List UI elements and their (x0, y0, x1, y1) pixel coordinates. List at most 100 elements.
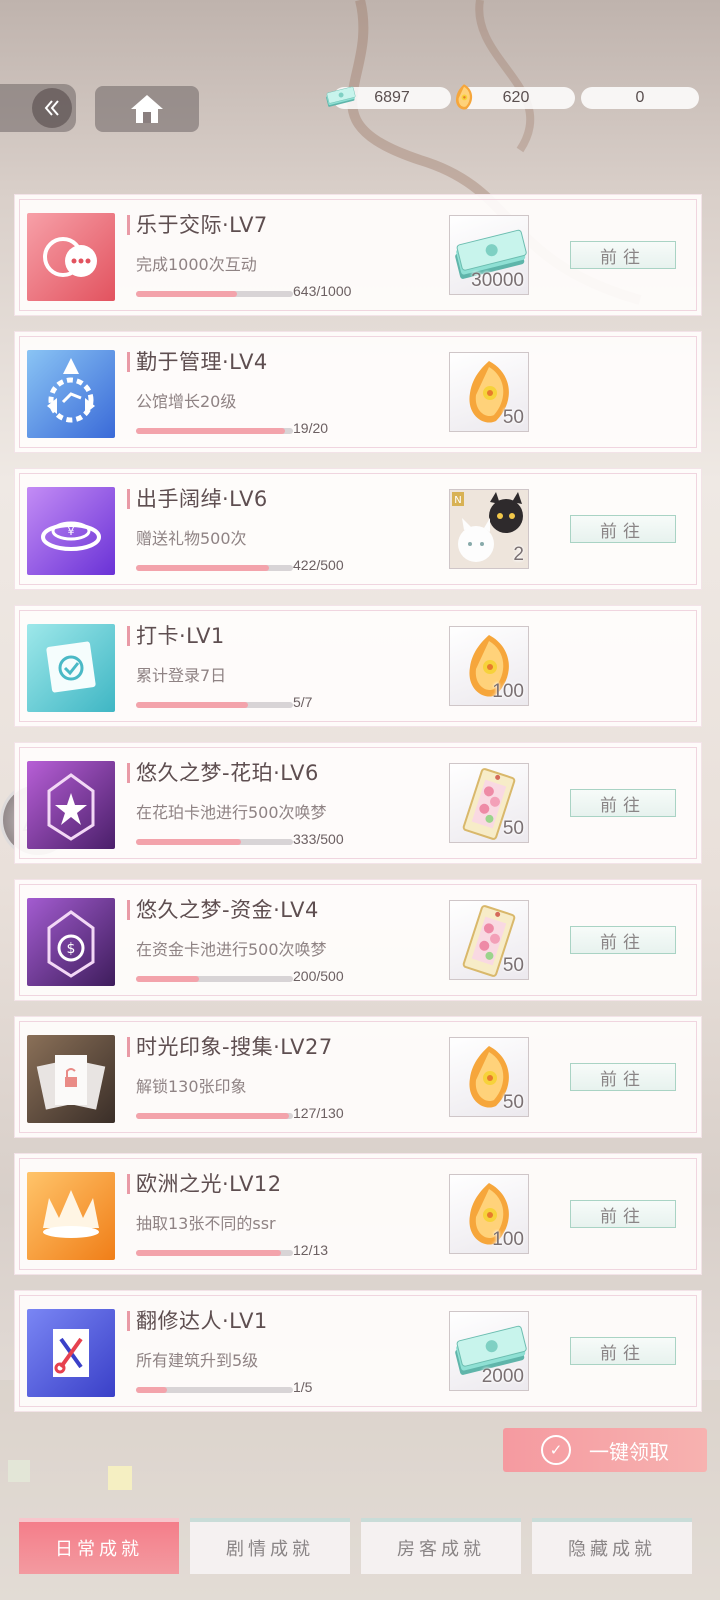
reward-item[interactable]: N 2 (449, 489, 529, 569)
goto-button[interactable]: 前往 (570, 1337, 676, 1365)
check-icon: ✓ (541, 1435, 571, 1465)
title-marker (127, 215, 130, 235)
reward-item[interactable]: 100 (449, 626, 529, 706)
achievement-card: 乐于交际·LV7 完成1000次互动 643/1000 30000 前往 (14, 194, 702, 316)
achievement-title: 悠久之梦-资金·LV4 (136, 898, 319, 922)
chat-bubbles-icon (27, 213, 115, 301)
svg-text:¥: ¥ (68, 525, 75, 538)
reward-item[interactable]: 50 (449, 900, 529, 980)
svg-text:$: $ (67, 941, 76, 957)
home-button[interactable] (95, 86, 199, 132)
progress-text: 333/500 (293, 831, 344, 847)
tab-4[interactable]: 隐藏成就 (532, 1518, 692, 1574)
achievement-description: 完成1000次互动 (136, 255, 257, 274)
title-marker (127, 1037, 130, 1057)
achievement-title: 翻修达人·LV1 (136, 1309, 268, 1333)
reward-count: 50 (502, 407, 524, 428)
reward-count: 50 (502, 818, 524, 839)
progress-bar (136, 428, 293, 434)
progress-fill (136, 1250, 281, 1256)
currency-value: 6897 (374, 89, 410, 106)
achievement-card: 欧洲之光·LV12 抽取13张不同的ssr 12/13 100 前往 (14, 1153, 702, 1275)
progress-text: 19/20 (293, 420, 329, 436)
achievement-description: 赠送礼物500次 (136, 529, 247, 548)
reward-count: 100 (492, 681, 524, 702)
currency-value: 0 (635, 89, 645, 106)
achievement-description: 公馆增长20级 (136, 392, 237, 411)
top-bar: 6897 620 0 (0, 0, 720, 150)
achievement-description: 所有建筑升到5级 (136, 1351, 259, 1370)
achievement-title: 打卡·LV1 (136, 624, 225, 648)
achievement-card: 时光印象-搜集·LV27 解锁130张印象 127/130 50 前往 (14, 1016, 702, 1138)
achievement-description: 累计登录7日 (136, 666, 227, 685)
achievement-description: 在花珀卡池进行500次唤梦 (136, 803, 327, 822)
title-marker (127, 489, 130, 509)
currency-1: 6897 (326, 86, 451, 109)
title-marker (127, 763, 130, 783)
reward-item[interactable]: 50 (449, 1037, 529, 1117)
gear-emblem-icon (27, 350, 115, 438)
star-crest-icon (27, 761, 115, 849)
achievement-description: 解锁130张印象 (136, 1077, 247, 1096)
coin-crest-icon: $ (27, 898, 115, 986)
achievement-title: 出手阔绰·LV6 (136, 487, 268, 511)
progress-text: 1/5 (293, 1379, 313, 1395)
progress-fill (136, 428, 286, 434)
progress-bar (136, 839, 293, 845)
reward-count: 30000 (471, 270, 524, 291)
title-marker (127, 1174, 130, 1194)
reward-item[interactable]: 50 (449, 763, 529, 843)
tab-2[interactable]: 剧情成就 (190, 1518, 350, 1574)
achievement-card: $ 悠久之梦-资金·LV4 在资金卡池进行500次唤梦 200/500 50 前… (14, 879, 702, 1001)
back-button[interactable] (0, 84, 76, 132)
achievement-title: 悠久之梦-花珀·LV6 (136, 761, 319, 785)
achievement-card: ¥ 出手阔绰·LV6 赠送礼物500次 422/500 N 2 前往 (14, 468, 702, 590)
claim-all-label: 一键领取 (589, 1439, 669, 1464)
crown-icon (27, 1172, 115, 1260)
progress-fill (136, 1387, 168, 1393)
goto-button[interactable]: 前往 (570, 515, 676, 543)
progress-text: 200/500 (293, 968, 344, 984)
achievement-description: 抽取13张不同的ssr (136, 1214, 276, 1233)
achievement-list[interactable]: 乐于交际·LV7 完成1000次互动 643/1000 30000 前往 勤于管… (14, 194, 702, 1418)
goto-button[interactable]: 前往 (570, 241, 676, 269)
home-icon (131, 95, 163, 123)
progress-fill (136, 976, 199, 982)
achievement-title: 欧洲之光·LV12 (136, 1172, 282, 1196)
goto-button[interactable]: 前往 (570, 1200, 676, 1228)
progress-text: 643/1000 (293, 283, 352, 299)
achievement-card: 勤于管理·LV4 公馆增长20级 19/20 50 (14, 331, 702, 453)
goto-button[interactable]: 前往 (570, 789, 676, 817)
reward-item[interactable]: 100 (449, 1174, 529, 1254)
reward-item[interactable]: 50 (449, 352, 529, 432)
reward-count: 50 (502, 1092, 524, 1113)
feather-ticket-icon (571, 81, 605, 113)
double-chevron-left-icon (32, 88, 72, 128)
progress-bar (136, 976, 293, 982)
reward-count: 2 (513, 544, 524, 565)
tab-1[interactable]: 日常成就 (19, 1518, 179, 1574)
currency-3: 0 (581, 87, 699, 109)
achievement-title: 时光印象-搜集·LV27 (136, 1035, 333, 1059)
currency-2: 620 (455, 84, 575, 110)
tools-icon (27, 1309, 115, 1397)
progress-bar (136, 1250, 293, 1256)
progress-fill (136, 291, 237, 297)
reward-item[interactable]: 30000 (449, 215, 529, 295)
achievement-card: 打卡·LV1 累计登录7日 5/7 100 (14, 605, 702, 727)
claim-all-button[interactable]: ✓ 一键领取 (503, 1428, 707, 1472)
title-marker (127, 1311, 130, 1331)
progress-fill (136, 702, 249, 708)
progress-bar (136, 291, 293, 297)
svg-text:N: N (454, 495, 461, 506)
goto-button[interactable]: 前往 (570, 926, 676, 954)
achievement-card: 翻修达人·LV1 所有建筑升到5级 1/5 2000 前往 (14, 1290, 702, 1412)
progress-text: 422/500 (293, 557, 344, 573)
reward-count: 2000 (481, 1366, 524, 1387)
goto-button[interactable]: 前往 (570, 1063, 676, 1091)
check-card-icon (27, 624, 115, 712)
currency-value: 620 (502, 89, 530, 106)
reward-item[interactable]: 2000 (449, 1311, 529, 1391)
tab-3[interactable]: 房客成就 (361, 1518, 521, 1574)
progress-text: 12/13 (293, 1242, 329, 1258)
